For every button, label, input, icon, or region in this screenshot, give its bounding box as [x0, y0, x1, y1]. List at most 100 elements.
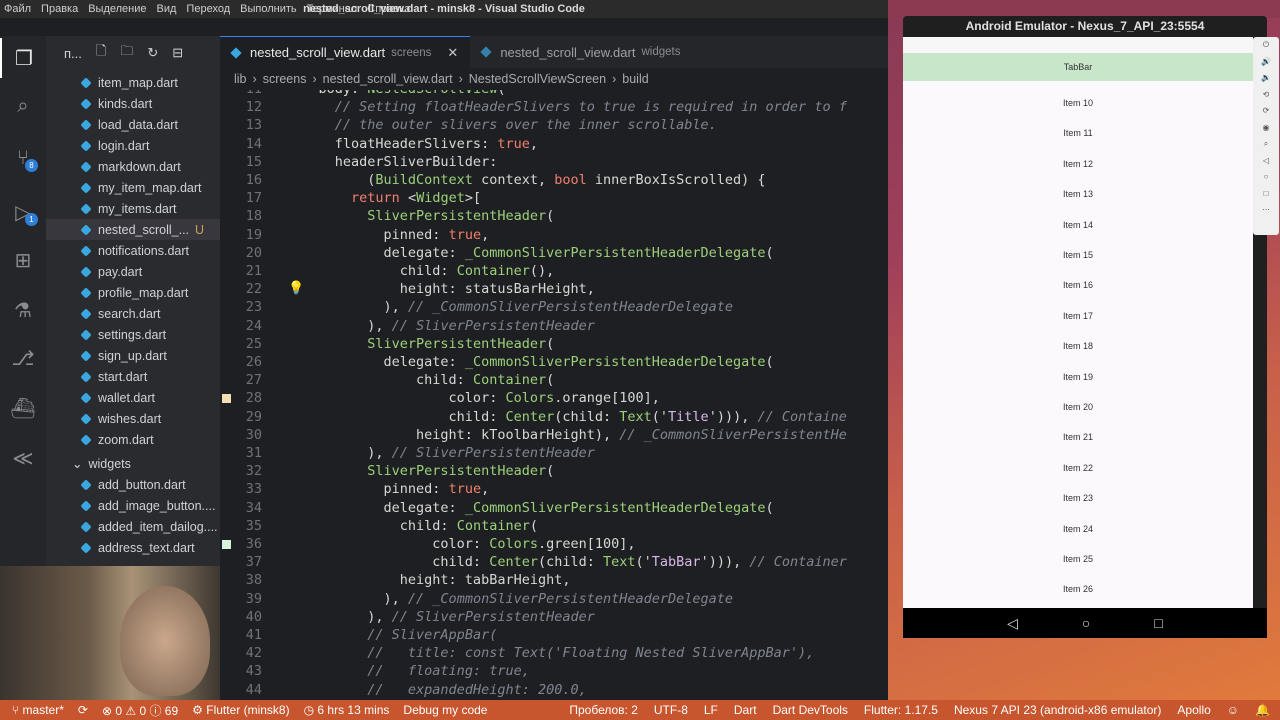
feedback-icon[interactable]: ☺: [1227, 703, 1239, 717]
sync-icon[interactable]: ⟳: [78, 703, 88, 717]
power-icon[interactable]: ⏻: [1253, 37, 1279, 54]
list-item[interactable]: Item 19: [903, 372, 1253, 382]
code-editor[interactable]: 11 body: NestedScrollView(12 // Setting …: [220, 90, 888, 700]
zoom-icon[interactable]: ⌕: [1253, 136, 1279, 153]
list-item[interactable]: Item 10: [903, 98, 1253, 108]
list-item[interactable]: Item 25: [903, 554, 1253, 564]
code-line[interactable]: 33 pinned: true,: [220, 481, 888, 499]
rotate-right-icon[interactable]: ⟳: [1253, 103, 1279, 120]
file-item[interactable]: pay.dart: [46, 261, 220, 282]
code-line[interactable]: 12 // Setting floatHeaderSlivers to true…: [220, 99, 888, 117]
code-line[interactable]: 40 ), // SliverPersistentHeader: [220, 609, 888, 627]
breadcrumb-item[interactable]: lib: [234, 72, 247, 86]
bell-icon[interactable]: 🔔: [1255, 703, 1270, 717]
code-line[interactable]: 19 pinned: true,: [220, 227, 888, 245]
home-icon[interactable]: ○: [1082, 615, 1090, 631]
code-line[interactable]: 18 SliverPersistentHeader(: [220, 208, 888, 226]
recents-icon[interactable]: □: [1154, 615, 1162, 631]
new-folder-icon[interactable]: 🗀: [120, 42, 133, 64]
timer[interactable]: ◷ 6 hrs 13 mins: [304, 703, 390, 717]
search-icon[interactable]: ⌕: [0, 86, 46, 126]
encoding[interactable]: UTF-8: [654, 703, 688, 717]
folder-widgets[interactable]: ⌄ widgets: [46, 453, 131, 474]
list-item[interactable]: Item 15: [903, 250, 1253, 260]
indentation[interactable]: Пробелов: 2: [569, 703, 638, 717]
code-line[interactable]: 32 SliverPersistentHeader(: [220, 463, 888, 481]
code-line[interactable]: 26 delegate: _CommonSliverPersistentHead…: [220, 354, 888, 372]
lightbulb-icon[interactable]: 💡: [288, 281, 304, 296]
code-line[interactable]: 37 child: Center(child: Text('TabBar')))…: [220, 554, 888, 572]
file-item[interactable]: wallet.dart: [46, 387, 220, 408]
list-item[interactable]: Item 26: [903, 584, 1253, 594]
list-item[interactable]: Item 16: [903, 280, 1253, 290]
testing-icon[interactable]: ⚗: [0, 290, 46, 330]
debug-mode[interactable]: Debug my code: [403, 703, 487, 717]
language-mode[interactable]: Dart: [734, 703, 757, 717]
rotate-left-icon[interactable]: ⟲: [1253, 87, 1279, 104]
code-line[interactable]: 36 color: Colors.green[100],: [220, 536, 888, 554]
file-item[interactable]: kinds.dart: [46, 93, 220, 114]
file-item[interactable]: my_item_map.dart: [46, 177, 220, 198]
phone-screen[interactable]: TabBar Item 10 Item 11 Item 12 Item 13 Item …: [903, 53, 1253, 608]
code-line[interactable]: 43 // floating: true,: [220, 663, 888, 681]
file-item[interactable]: markdown.dart: [46, 156, 220, 177]
code-line[interactable]: 44 // expandedHeight: 200.0,: [220, 682, 888, 700]
list-item[interactable]: Item 14: [903, 220, 1253, 230]
code-line[interactable]: 17 return <Widget>[: [220, 190, 888, 208]
device-selector[interactable]: Nexus 7 API 23 (android-x86 emulator): [954, 703, 1161, 717]
list-item[interactable]: Item 12: [903, 159, 1253, 169]
file-item[interactable]: start.dart: [46, 366, 220, 387]
flutter-project[interactable]: ⚙ Flutter (minsk8): [192, 703, 289, 717]
code-line[interactable]: 20 delegate: _CommonSliverPersistentHead…: [220, 245, 888, 263]
file-item-selected[interactable]: nested_scroll_... U: [46, 219, 220, 240]
back-icon[interactable]: ◁: [1253, 153, 1279, 170]
run-debug-icon[interactable]: ▷ 1: [0, 192, 46, 232]
breadcrumb-item[interactable]: screens: [263, 72, 307, 86]
file-item[interactable]: load_data.dart: [46, 114, 220, 135]
overview-icon[interactable]: □: [1253, 186, 1279, 203]
file-item[interactable]: my_items.dart: [46, 198, 220, 219]
flutter-version[interactable]: Flutter: 1.17.5: [864, 703, 938, 717]
code-line[interactable]: 14 floatHeaderSlivers: true,: [220, 136, 888, 154]
list-item[interactable]: Item 24: [903, 524, 1253, 534]
extensions-icon[interactable]: ⊞: [0, 240, 46, 280]
code-line[interactable]: 22 height: statusBarHeight, 💡: [220, 281, 888, 299]
code-line[interactable]: 24 ), // SliverPersistentHeader: [220, 318, 888, 336]
code-line[interactable]: 34 delegate: _CommonSliverPersistentHead…: [220, 500, 888, 518]
file-item[interactable]: address_text.dart: [46, 537, 220, 558]
tab-nested-scroll-view-screens[interactable]: nested_scroll_view.dart screens ✕: [220, 36, 471, 68]
collapse-icon[interactable]: ⊟: [172, 45, 183, 61]
code-line[interactable]: 28 color: Colors.orange[100],: [220, 390, 888, 408]
git-graph-icon[interactable]: ⎇: [0, 338, 46, 378]
tab-nested-scroll-view-widgets[interactable]: nested_scroll_view.dart widgets: [470, 36, 692, 68]
breadcrumb-item[interactable]: build: [622, 72, 648, 86]
file-item[interactable]: settings.dart: [46, 324, 220, 345]
file-item[interactable]: add_image_button....: [46, 495, 220, 516]
code-line[interactable]: 16 (BuildContext context, bool innerBoxI…: [220, 172, 888, 190]
flutter-icon[interactable]: ≪: [0, 438, 46, 478]
code-line[interactable]: 31 ), // SliverPersistentHeader: [220, 445, 888, 463]
code-line[interactable]: 11 body: NestedScrollView(: [220, 90, 888, 99]
list-item[interactable]: Item 18: [903, 341, 1253, 351]
code-line[interactable]: 42 // title: const Text('Floating Nested…: [220, 645, 888, 663]
list-item[interactable]: Item 23: [903, 493, 1253, 503]
list-item[interactable]: Item 13: [903, 189, 1253, 199]
file-item[interactable]: zoom.dart: [46, 429, 220, 450]
list-item[interactable]: Item 11: [903, 128, 1253, 138]
code-line[interactable]: 29 child: Center(child: Text('Title'))),…: [220, 409, 888, 427]
file-item[interactable]: notifications.dart: [46, 240, 220, 261]
code-line[interactable]: 13 // the outer slivers over the inner s…: [220, 117, 888, 135]
code-line[interactable]: 23 ), // _CommonSliverPersistentHeaderDe…: [220, 299, 888, 317]
eol[interactable]: LF: [704, 703, 718, 717]
back-icon[interactable]: ◁: [1007, 615, 1018, 632]
file-item[interactable]: sign_up.dart: [46, 345, 220, 366]
file-item[interactable]: wishes.dart: [46, 408, 220, 429]
problems-indicator[interactable]: ⊗ 0 ⚠ 0 ⓘ 69: [102, 702, 178, 719]
branch-indicator[interactable]: ⑂ master*: [12, 703, 64, 717]
list-item[interactable]: Item 20: [903, 402, 1253, 412]
file-item[interactable]: add_button.dart: [46, 474, 220, 495]
list-item[interactable]: Item 21: [903, 432, 1253, 442]
camera-icon[interactable]: ◉: [1253, 120, 1279, 137]
volume-up-icon[interactable]: 🔊: [1253, 54, 1279, 71]
home-icon[interactable]: ○: [1253, 169, 1279, 186]
